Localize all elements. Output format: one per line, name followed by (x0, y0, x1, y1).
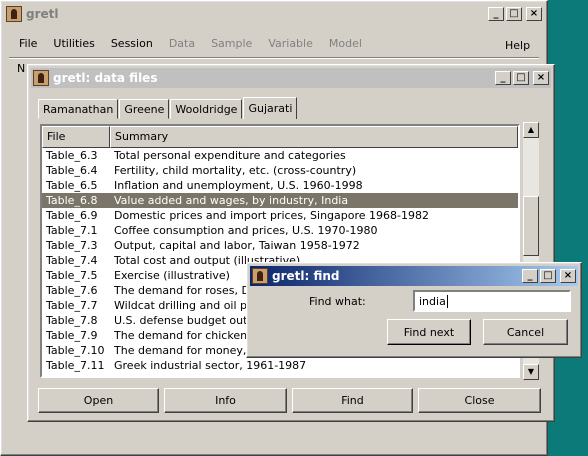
minimize-icon[interactable]: _ (488, 7, 504, 21)
summary-cell: Greek industrial sector, 1961-1987 (114, 359, 307, 372)
summary-cell: Output, employment and capital, Mexico 1… (110, 373, 402, 376)
find-dialog-title: gretl: find (272, 269, 340, 283)
column-file[interactable]: File (42, 126, 110, 148)
table-row[interactable]: Table_7.3 Output, capital and labor, Taiw… (42, 238, 518, 253)
file-cell: Table_7.3 (46, 239, 98, 252)
summary-cell: Value added and wages, by industry, Indi… (114, 194, 349, 207)
table-row[interactable]: Table_6.9 Domestic prices and import pric… (42, 208, 518, 223)
minimize-icon[interactable]: _ (522, 269, 538, 283)
find-input-value: india (419, 295, 446, 308)
menu-file[interactable]: File (11, 35, 45, 52)
file-cell: Table_7.10 (46, 344, 105, 357)
summary-cell: The demand for chickens, U (114, 329, 268, 342)
minimize-icon[interactable]: _ (495, 71, 511, 85)
table-row[interactable]: Table_6.3 Total personal expenditure and … (42, 148, 518, 163)
close-icon[interactable]: × (526, 7, 542, 21)
summary-cell: Inflation and unemployment, U.S. 1960-19… (114, 179, 363, 192)
file-cell: Table_7.4 (46, 254, 98, 267)
menu-session[interactable]: Session (103, 35, 161, 52)
summary-cell: Fertility, child mortality, etc. (cross-… (114, 164, 357, 177)
menu-variable[interactable]: Variable (260, 35, 321, 52)
info-button[interactable]: Info (164, 388, 287, 413)
main-titlebar[interactable]: gretl _ □ × (4, 4, 544, 24)
maximize-icon[interactable]: □ (513, 71, 529, 85)
scroll-down-icon[interactable]: ▼ (523, 364, 539, 380)
close-icon[interactable]: × (560, 269, 576, 283)
gretl-app-icon (6, 6, 22, 22)
file-cell: Table_7.5 (46, 269, 98, 282)
summary-cell: U.S. defense budget outlay (114, 314, 264, 327)
main-partial-text: N (17, 62, 26, 75)
file-cell: Table_6.8 (46, 194, 98, 207)
file-cell: Table_7.11 (46, 359, 105, 372)
scroll-up-icon[interactable]: ▲ (523, 122, 539, 138)
summary-cell: Coffee consumption and prices, U.S. 1970… (114, 224, 378, 237)
table-row[interactable]: Table_7.1 Coffee consumption and prices, … (42, 223, 518, 238)
file-cell: Table_7.9 (46, 329, 98, 342)
menu-help[interactable]: Help (497, 37, 538, 54)
text-cursor (446, 295, 448, 308)
file-cell: Table_7.7 (46, 299, 98, 312)
find-titlebar[interactable]: gretl: find _ □ × (250, 266, 578, 286)
tab-gujarati[interactable]: Gujarati (243, 97, 298, 119)
table-row[interactable]: Table_6.4 Fertility, child mortality, etc… (42, 163, 518, 178)
scroll-thumb[interactable] (523, 196, 539, 256)
close-button[interactable]: Close (418, 388, 541, 413)
main-menubar: File Utilities Session Data Sample Varia… (11, 35, 370, 52)
table-row[interactable]: Table_7.11 Greek industrial sector, 1961-… (42, 358, 518, 373)
summary-cell: Total personal expenditure and categorie… (114, 149, 346, 162)
file-cell: Table_7.8 (46, 314, 98, 327)
gretl-app-icon (252, 268, 268, 284)
maximize-icon[interactable]: □ (506, 7, 522, 21)
summary-cell: The demand for roses, Detr (114, 284, 266, 297)
column-summary[interactable]: Summary (110, 126, 518, 148)
menu-sample[interactable]: Sample (203, 35, 260, 52)
tab-wooldridge[interactable]: Wooldridge (170, 99, 243, 119)
file-cell: Table_6.3 (46, 149, 98, 162)
file-cell: Table_7.6 (46, 284, 98, 297)
file-cell: Table_6.5 (46, 179, 98, 192)
tab-ramanathan[interactable]: Ramanathan (38, 99, 119, 119)
table-row[interactable]: Table_8.8Output, employment and capital,… (42, 373, 518, 376)
table-row[interactable]: Table_6.5 Inflation and unemployment, U.S… (42, 178, 518, 193)
close-icon[interactable]: × (533, 71, 549, 85)
data-files-title: gretl: data files (53, 71, 158, 85)
data-files-titlebar[interactable]: gretl: data files _ □ × (31, 68, 551, 88)
main-separator (9, 57, 539, 59)
gretl-app-icon (33, 70, 49, 86)
find-button[interactable]: Find (292, 388, 413, 413)
open-button[interactable]: Open (38, 388, 159, 413)
summary-cell: Output, capital and labor, Taiwan 1958-1… (114, 239, 360, 252)
find-label: Find what: (309, 295, 366, 308)
summary-cell: The demand for money, U.S (114, 344, 269, 357)
table-row[interactable]: Table_6.8 Value added and wages, by indus… (42, 193, 518, 208)
maximize-icon[interactable]: □ (540, 269, 556, 283)
file-tabs: Ramanathan Greene Wooldridge Gujarati (38, 97, 298, 119)
tab-greene[interactable]: Greene (119, 99, 170, 119)
file-cell: Table_7.1 (46, 224, 98, 237)
file-cell: Table_6.9 (46, 209, 98, 222)
cancel-button[interactable]: Cancel (483, 319, 568, 345)
menu-data[interactable]: Data (161, 35, 203, 52)
main-window-title: gretl (26, 7, 59, 21)
summary-cell: Exercise (illustrative) (114, 269, 230, 282)
file-cell: Table_6.4 (46, 164, 98, 177)
summary-cell: Domestic prices and import prices, Singa… (114, 209, 429, 222)
find-next-button[interactable]: Find next (387, 319, 471, 345)
find-input[interactable]: india (413, 290, 571, 312)
find-dialog: gretl: find _ □ × Find what: india Find … (246, 262, 582, 358)
file-cell: Table_8.8 (42, 373, 110, 376)
menu-utilities[interactable]: Utilities (45, 35, 102, 52)
column-headers: File Summary (42, 126, 518, 148)
menu-model[interactable]: Model (321, 35, 370, 52)
